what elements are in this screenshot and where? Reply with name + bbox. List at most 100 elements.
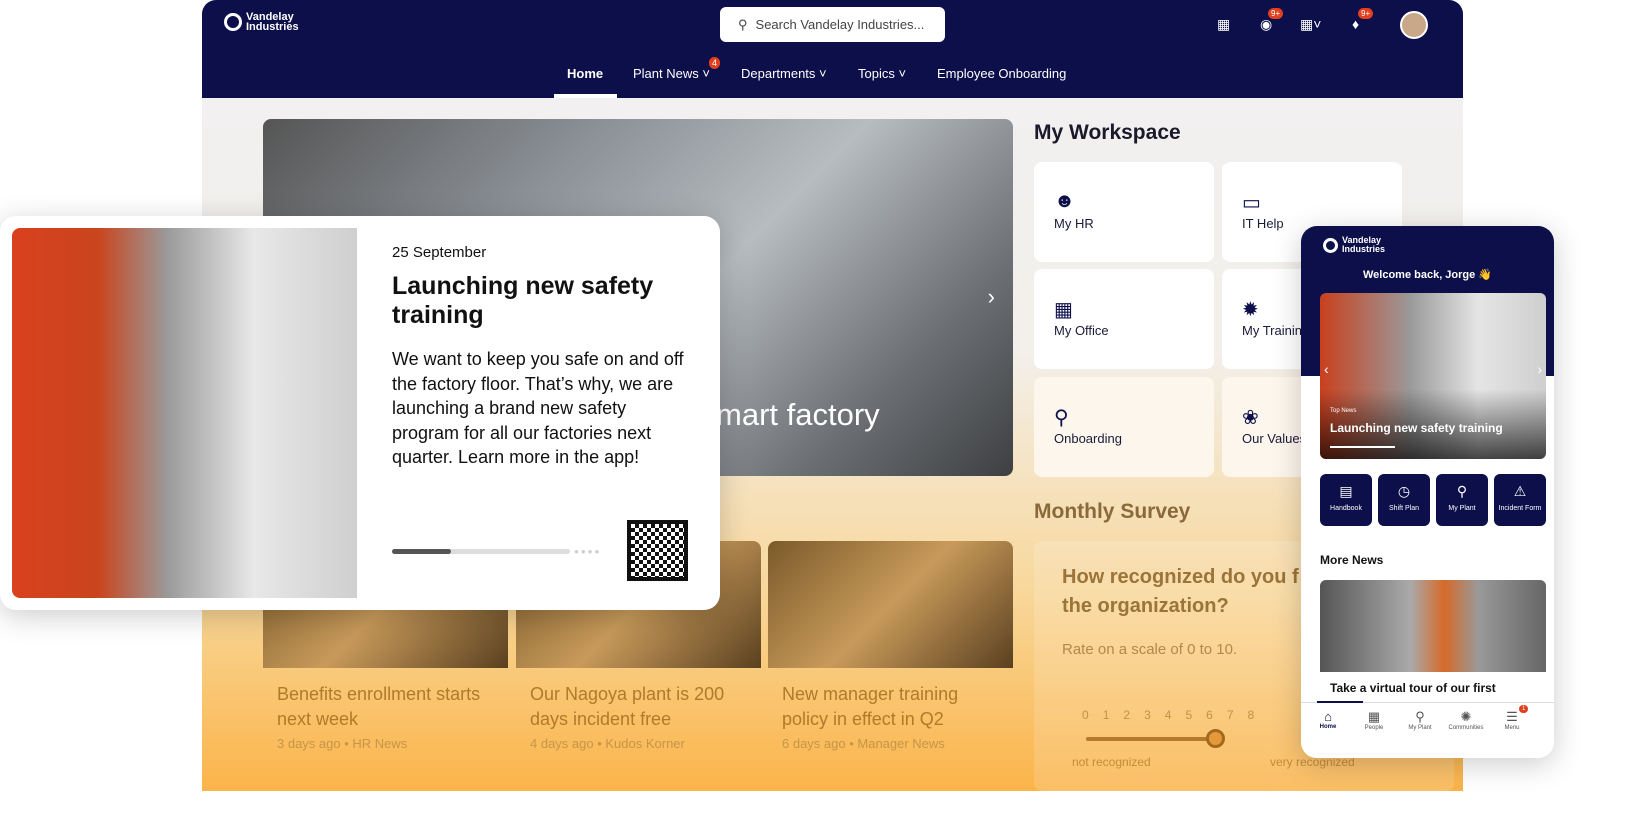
chevron-left-icon[interactable]: ‹ [1324, 361, 1329, 377]
slider-thumb[interactable] [1206, 729, 1225, 748]
search-icon: ⚲ [738, 16, 748, 32]
plant-news-badge: 4 [709, 57, 721, 69]
network-icon: ✺ [1460, 709, 1472, 724]
nav-topics[interactable]: Topics ˅ [858, 66, 906, 81]
news-title: Our Nagoya plant is 200 days incident fr… [530, 684, 725, 729]
mobile-news-image[interactable] [1320, 580, 1546, 672]
search-placeholder: Search Vandelay Industries... [755, 17, 925, 32]
survey-scale: 012345678 [1082, 708, 1254, 722]
carousel-progress [1330, 446, 1395, 448]
quick-shift-plan[interactable]: ◷ Shift Plan [1378, 474, 1430, 526]
tab-communities[interactable]: ✺ Communities [1443, 709, 1489, 758]
feature-progress [392, 549, 570, 554]
map-pin-icon: ⚲ [1415, 709, 1425, 724]
quick-incident-form[interactable]: ⚠ Incident Form [1494, 474, 1546, 526]
tile-onboarding[interactable]: ⚲ Onboarding [1034, 377, 1214, 477]
nav-label: Plant News [633, 66, 699, 81]
apps-grid-icon[interactable]: ▦˅ [1300, 16, 1321, 32]
workspace-title: My Workspace [1034, 121, 1181, 144]
quick-handbook[interactable]: ▤ Handbook [1320, 474, 1372, 526]
handbook-icon: ▤ [1339, 483, 1353, 499]
top-nav: Vandelay Industries ⚲ Search Vandelay Indu… [202, 0, 1463, 98]
scale-tick: 5 [1185, 708, 1193, 722]
tab-label: My Plant [1408, 725, 1432, 731]
scale-tick: 3 [1144, 708, 1151, 722]
quick-label: My Plant [1448, 505, 1476, 512]
quick-label: Shift Plan [1389, 505, 1419, 512]
tab-label: Communities [1448, 725, 1484, 731]
survey-question: How recognized do you f the organization… [1062, 566, 1299, 617]
contact-card-icon: ▦ [1367, 709, 1381, 724]
bottom-tab-bar: ⌂ Home ▦ People ⚲ My Plant ✺ Communities ☰ Me… [1301, 701, 1554, 758]
nav-label: Topics [858, 66, 895, 81]
feature-title: Launching new safety training [392, 272, 654, 329]
tab-home[interactable]: ⌂ Home [1305, 709, 1351, 758]
quick-actions: ▤ Handbook ◷ Shift Plan ⚲ My Plant ⚠ Inciden… [1320, 474, 1546, 526]
avatar[interactable] [1400, 11, 1428, 39]
mobile-news-title[interactable]: Take a virtual tour of our first [1330, 681, 1496, 695]
search-input[interactable]: ⚲ Search Vandelay Industries... [720, 7, 945, 42]
bell-badge: 9+ [1358, 8, 1374, 19]
tile-label: My HR [1054, 216, 1094, 231]
mobile-carousel[interactable]: ‹ › Top News Launching new safety traini… [1320, 293, 1546, 459]
tile-my-hr[interactable]: ☻ My HR [1034, 162, 1214, 262]
news-meta: 3 days ago • HR News [277, 736, 408, 751]
bell-icon[interactable]: ♦ 9+ [1352, 8, 1374, 32]
map-pin-icon: ⚲ [1054, 407, 1069, 429]
tile-my-office[interactable]: ▦ My Office [1034, 269, 1214, 369]
chat-badge: 9+ [1268, 8, 1284, 19]
active-tab-indicator [554, 94, 617, 98]
feature-date: 25 September [392, 244, 487, 261]
more-news-heading: More News [1320, 553, 1384, 567]
menu-icon: ☰ [1506, 709, 1518, 724]
tab-label: People [1364, 725, 1384, 731]
scale-tick: 8 [1247, 708, 1255, 722]
nav-home[interactable]: Home [567, 66, 603, 81]
tile-label: Our Values [1242, 431, 1307, 446]
tab-label: Home [1319, 724, 1337, 730]
monitor-icon: ▭ [1242, 192, 1261, 214]
nav-plant-news[interactable]: Plant News ˅ 4 [633, 57, 721, 81]
chevron-right-icon[interactable]: › [1537, 361, 1542, 377]
slider-track[interactable] [1086, 737, 1216, 741]
survey-title: Monthly Survey [1034, 500, 1191, 523]
carousel-dots[interactable]: ●●●● [574, 547, 601, 556]
feature-image [12, 228, 357, 598]
mobile-app: Vandelay Industries Welcome back, Jorge 👋… [1301, 226, 1554, 758]
mobile-logo: Vandelay Industries [1323, 236, 1385, 254]
feature-card[interactable]: 25 September Launching new safety traini… [0, 216, 720, 610]
progress-fill [392, 549, 451, 554]
tab-menu[interactable]: ☰ Menu 1 [1489, 705, 1535, 758]
brand-line2: Industries [1342, 244, 1386, 254]
quick-label: Handbook [1330, 505, 1362, 512]
scale-tick: 7 [1226, 708, 1234, 722]
tile-label: IT Help [1242, 216, 1284, 231]
news-title: Benefits enrollment starts next week [277, 684, 481, 729]
min-label: not recognized [1072, 755, 1151, 769]
chat-icon[interactable]: ◉ 9+ [1260, 8, 1284, 32]
news-card[interactable]: New manager training policy in effect in… [768, 541, 1013, 791]
contact-card-icon[interactable]: ▦ [1217, 16, 1233, 32]
people-icon: ☻ [1054, 190, 1076, 212]
tile-label: My Trainin [1242, 323, 1302, 338]
welcome-text: Welcome back, Jorge 👋 [1362, 269, 1493, 281]
calendar-clock-icon: ◷ [1397, 483, 1411, 499]
nav-employee-onboarding[interactable]: Employee Onboarding [937, 66, 1066, 81]
news-title: New manager training policy in effect in… [782, 684, 959, 729]
quick-my-plant[interactable]: ⚲ My Plant [1436, 474, 1488, 526]
tab-label: Menu [1504, 725, 1520, 731]
brand-logo[interactable]: Vandelay Industries [224, 12, 299, 33]
carousel-tag: Top News [1330, 408, 1357, 414]
scale-tick: 1 [1102, 708, 1110, 722]
quick-label: Incident Form [1498, 505, 1542, 512]
logo-icon [1323, 237, 1338, 253]
hero-title: mart factory [716, 397, 880, 432]
tile-label: Onboarding [1054, 431, 1122, 446]
feature-body: We want to keep you safe on and off the … [392, 349, 684, 467]
scale-tick: 4 [1164, 708, 1172, 722]
tab-people[interactable]: ▦ People [1351, 709, 1397, 758]
nav-departments[interactable]: Departments ˅ [741, 66, 827, 81]
tab-my-plant[interactable]: ⚲ My Plant [1397, 709, 1443, 758]
carousel-title: Launching new safety training [1330, 421, 1503, 435]
chevron-right-icon[interactable]: › [988, 284, 995, 310]
